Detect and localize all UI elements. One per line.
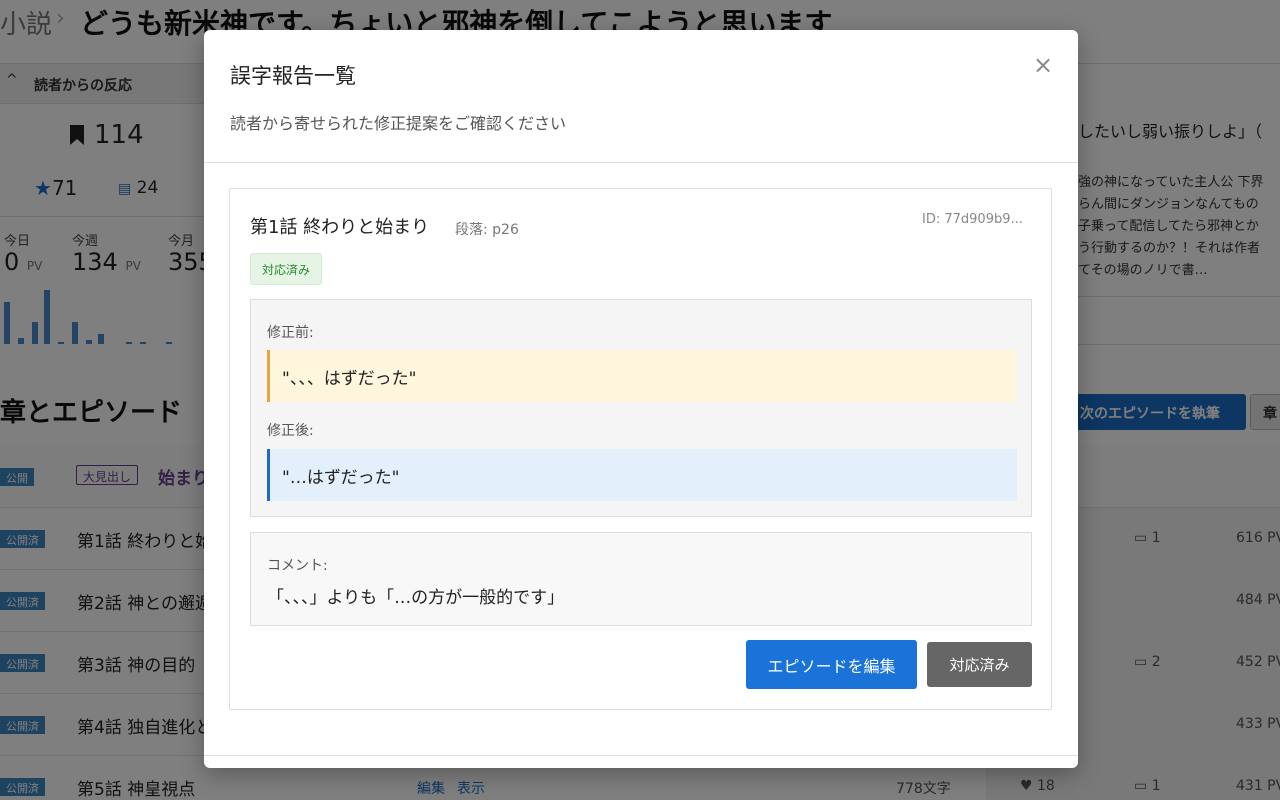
before-text: "、、、はずだった" [267,350,1017,402]
modal-subtitle: 読者から寄せられた修正提案をご確認ください [230,114,567,133]
report-comment: コメント: 「、、、」よりも「…の方が一般的です」 [250,532,1032,626]
correction-diff: 修正前: "、、、はずだった" 修正後: "…はずだった" [250,299,1032,517]
comment-text: 「、、、」よりも「…の方が一般的です」 [267,588,565,608]
report-paragraph: 段落: p26 [455,222,519,238]
after-label: 修正後: [267,423,314,439]
report-id: ID: 77d909b9... [922,212,1023,227]
status-badge: 対応済み [250,253,323,285]
typo-report-card: 第1話 終わりと始まり 段落: p26 ID: 77d909b9... 対応済み… [229,188,1052,710]
after-text: "…はずだった" [267,449,1017,501]
report-episode-title: 第1話 終わりと始まり [250,217,430,238]
close-icon[interactable]: × [1030,52,1056,78]
before-label: 修正前: [267,325,314,341]
mark-resolved-button[interactable]: 対応済み [927,642,1032,687]
divider [204,755,1078,756]
typo-report-modal: 誤字報告一覧 × 読者から寄せられた修正提案をご確認ください 第1話 終わりと始… [204,30,1078,768]
modal-title: 誤字報告一覧 [230,64,356,88]
comment-label: コメント: [267,558,328,574]
divider [204,162,1078,163]
edit-episode-button[interactable]: エピソードを編集 [746,640,917,689]
